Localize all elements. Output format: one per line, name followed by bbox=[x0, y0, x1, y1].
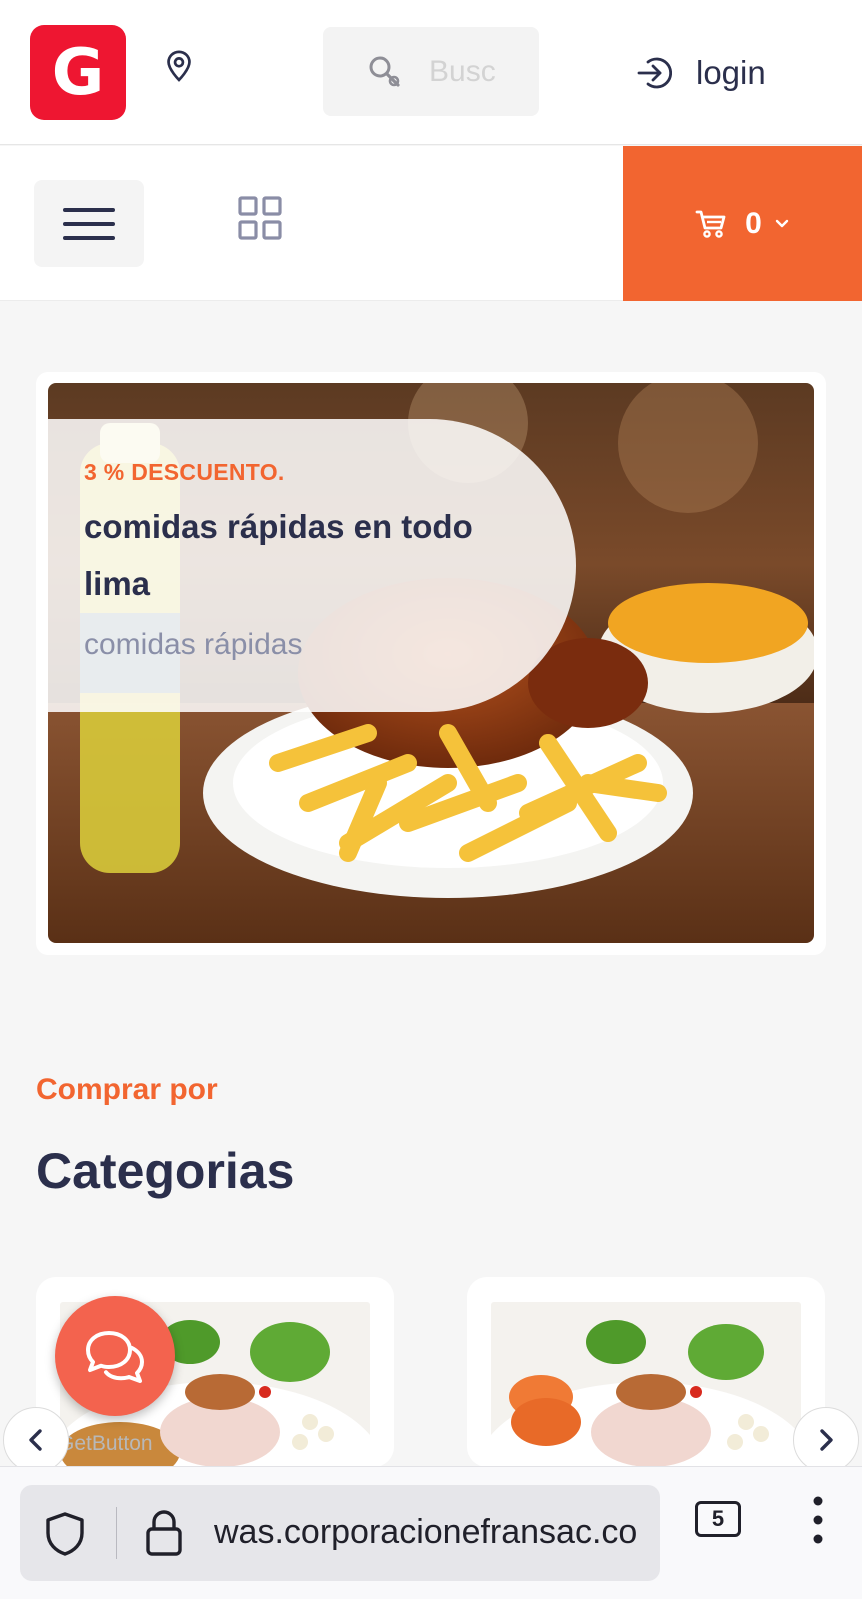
top-header: G login bbox=[0, 0, 862, 145]
nav-bar: 0 bbox=[0, 146, 862, 301]
shield-icon[interactable] bbox=[44, 1511, 86, 1557]
section-title: Categorias bbox=[36, 1143, 295, 1199]
banner-title: comidas rápidas en todo lima bbox=[84, 508, 473, 602]
menu-icon bbox=[63, 207, 115, 240]
chevron-left-icon bbox=[29, 1429, 42, 1451]
location-pin-icon[interactable] bbox=[164, 50, 194, 82]
chat-icon bbox=[86, 1331, 144, 1383]
address-separator bbox=[116, 1507, 117, 1559]
section-eyebrow: Comprar por bbox=[36, 1073, 218, 1106]
search-icon[interactable] bbox=[367, 54, 403, 90]
cart-icon bbox=[695, 210, 726, 238]
category-image bbox=[491, 1302, 801, 1467]
banner-subtitle: comidas rápidas bbox=[84, 628, 303, 661]
category-card[interactable] bbox=[467, 1277, 825, 1467]
chat-button[interactable] bbox=[55, 1296, 175, 1416]
login-icon bbox=[637, 57, 672, 89]
login-label: login bbox=[696, 54, 766, 91]
ceviche-image bbox=[491, 1320, 801, 1467]
menu-button[interactable] bbox=[34, 180, 144, 267]
more-vertical-icon[interactable] bbox=[808, 1495, 828, 1545]
promo-banner[interactable]: 3 % DESCUENTO. comidas rápidas en todo l… bbox=[48, 383, 814, 943]
tab-counter[interactable]: 5 bbox=[695, 1501, 741, 1537]
cart-count: 0 bbox=[745, 206, 762, 240]
banner-discount: 3 % DESCUENTO. bbox=[84, 459, 285, 485]
lock-icon[interactable] bbox=[144, 1509, 184, 1557]
url-text[interactable]: was.corporacionefransac.co bbox=[214, 1513, 637, 1552]
carousel-next-button[interactable] bbox=[793, 1407, 859, 1473]
grid-icon[interactable] bbox=[238, 196, 282, 240]
chevron-right-icon bbox=[820, 1429, 833, 1451]
search-box[interactable] bbox=[323, 27, 539, 116]
browser-toolbar: was.corporacionefransac.co 5 bbox=[0, 1466, 862, 1599]
search-input[interactable] bbox=[429, 54, 519, 89]
chevron-down-icon bbox=[775, 219, 789, 227]
brand-logo[interactable]: G bbox=[30, 25, 126, 120]
promo-banner-card[interactable]: 3 % DESCUENTO. comidas rápidas en todo l… bbox=[36, 372, 826, 955]
getbutton-label: GetButton bbox=[58, 1432, 153, 1455]
address-bar[interactable]: was.corporacionefransac.co bbox=[20, 1485, 660, 1581]
login-link[interactable]: login bbox=[636, 48, 766, 98]
carousel-prev-button[interactable] bbox=[3, 1407, 69, 1473]
banner-text-overlay: 3 % DESCUENTO. comidas rápidas en todo l… bbox=[48, 419, 576, 712]
cart-button[interactable]: 0 bbox=[623, 146, 862, 301]
